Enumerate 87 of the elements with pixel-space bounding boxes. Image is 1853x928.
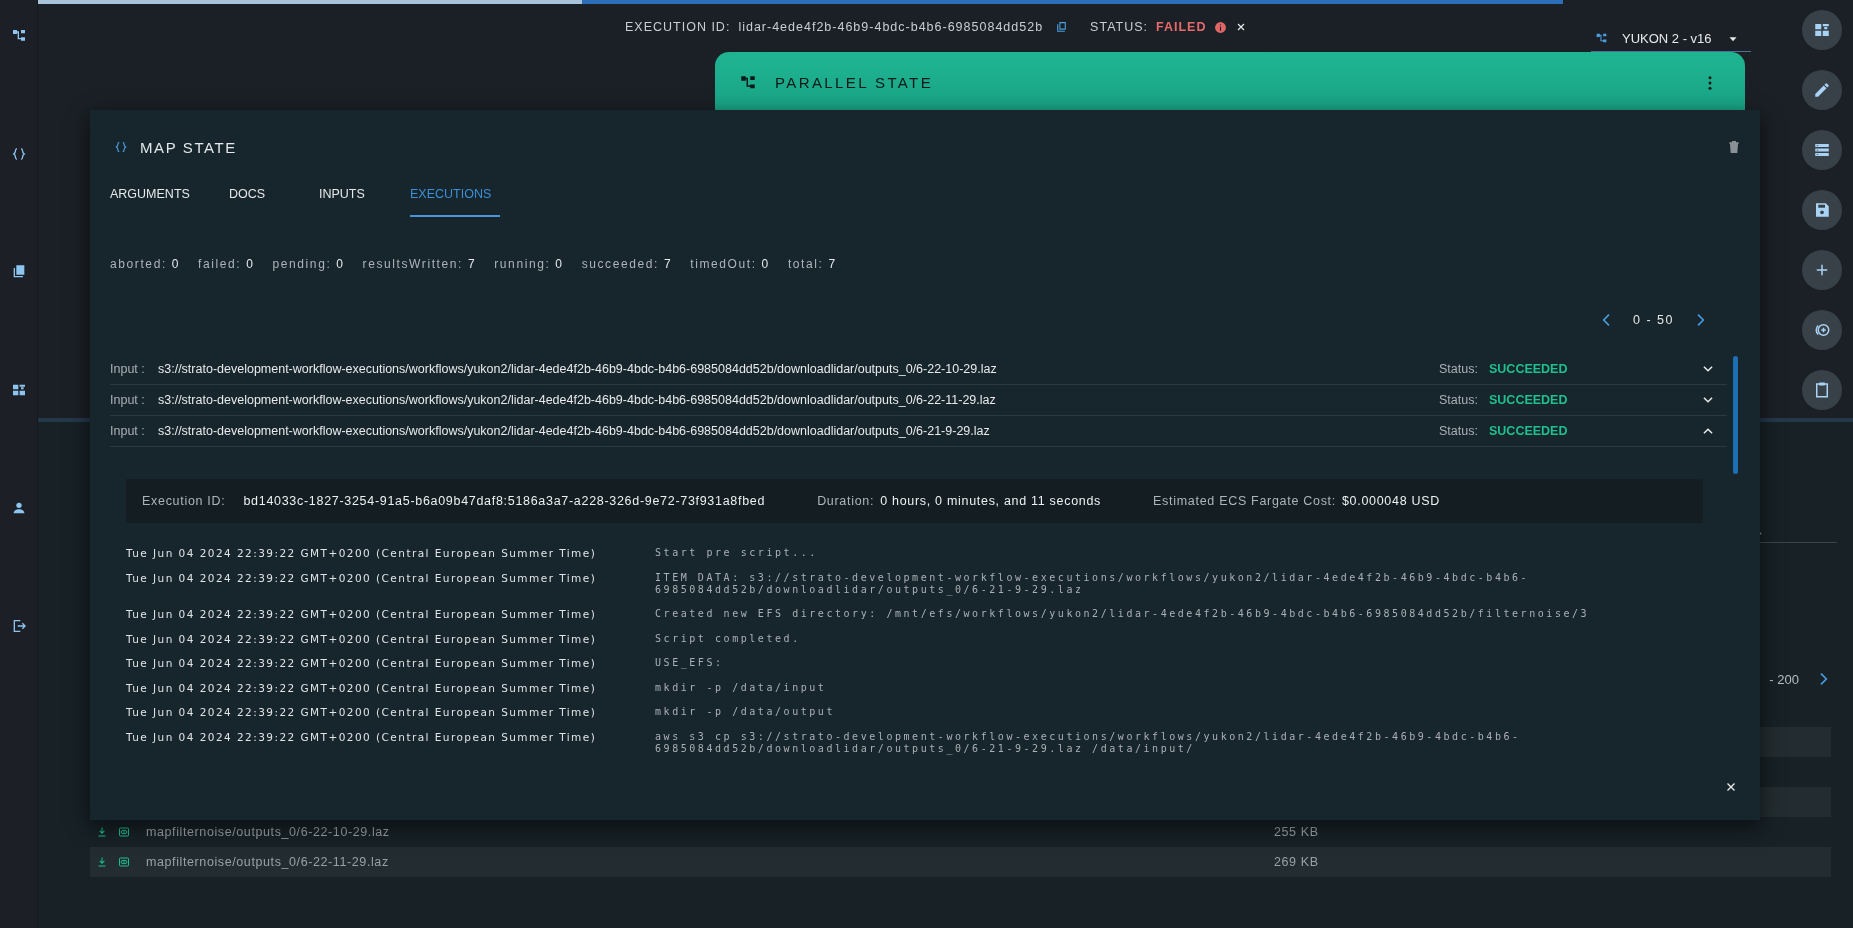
tab[interactable]: EXECUTIONS xyxy=(410,183,500,217)
log-timestamp: Tue Jun 04 2024 22:39:22 GMT+0200 (Central European Summer Time) xyxy=(126,571,598,586)
duration-label: Duration: xyxy=(817,494,875,508)
log-message: Script completed. xyxy=(655,632,802,646)
floating-button[interactable] xyxy=(1802,310,1842,350)
file-size: 255 KB xyxy=(1274,825,1319,839)
input-path: s3://strato-development-workflow-executions/workflows/yukon2/lidar-4ede4f2b-46b9-4bdc-b4b6-6985084dd52b/downloadlidar/outputs_0/6-21-9-29.laz xyxy=(158,424,991,438)
floating-button[interactable] xyxy=(1802,70,1842,110)
save-icon xyxy=(1813,201,1831,219)
input-path: s3://strato-development-workflow-executions/workflows/yukon2/lidar-4ede4f2b-46b9-4bdc-b4b6-6985084dd52b/downloadlidar/outputs_0/6-22-10-29.laz xyxy=(158,362,998,376)
log-timestamp: Tue Jun 04 2024 22:39:22 GMT+0200 (Central European Summer Time) xyxy=(126,706,598,719)
tab[interactable]: DOCS xyxy=(229,183,319,217)
log-message: Start pre script... xyxy=(655,547,819,560)
widgets-icon xyxy=(1813,21,1831,39)
file-size: 269 KB xyxy=(1274,855,1319,869)
download-icon[interactable] xyxy=(96,826,108,838)
workflow-icon[interactable] xyxy=(10,28,27,44)
status-text: SUCCEEDED xyxy=(1489,393,1569,407)
status-label: STATUS: xyxy=(1090,20,1149,34)
status-text: FAILED xyxy=(1156,20,1207,34)
execution-id-label: Execution ID: xyxy=(142,494,226,508)
scrollbar[interactable] xyxy=(1733,356,1738,474)
execution-row[interactable]: Input : s3://strato-development-workflow-executions/workflows/yukon2/lidar-4ede4f2b-46b9-4bdc-b4b6-6985084dd52b/downloadlidar/outputs_0/6-22-11-29.laz Status: SUCCEEDED xyxy=(110,385,1727,416)
braces-icon xyxy=(114,140,128,154)
count-text: succeeded: 7 xyxy=(581,257,673,271)
file-name: mapfilternoise/outputs_0/6-22-11-29.laz xyxy=(146,855,390,869)
clipboard-icon xyxy=(1813,381,1831,399)
log-message: Created new EFS directory: /mnt/efs/workflows/yukon2/lidar-4ede4f2b-46b9-4bdc-b4b6-6985084dd52b/filternoise/3 xyxy=(655,608,1591,621)
braces-icon[interactable] xyxy=(10,146,27,162)
edit-icon xyxy=(1813,81,1831,99)
widgets-icon[interactable] xyxy=(10,382,27,398)
log-message: aws s3 cp s3://strato-development-workflow-executions/workflows/yukon2/lidar-4ede4f2b-46b9-4bdc-b4b6-6985084dd52b/downloadlidar/outputs_0/6-21-9-29.laz /data/input/ xyxy=(655,730,1522,756)
log-message: mkdir -p /data/input xyxy=(655,681,828,695)
page-range: 0 - 50 xyxy=(1633,313,1674,327)
log-timestamp: Tue Jun 04 2024 22:39:22 GMT+0200 (Central European Summer Time) xyxy=(126,608,598,621)
input-label: Input : xyxy=(110,424,146,438)
input-label: Input : xyxy=(110,393,146,407)
status-label: Status: xyxy=(1439,393,1479,407)
execution-id: bd14033c-1827-3254-91a5-b6a09b47daf8:5186a3a7-a228-326d-9e72-73f931a8fbed xyxy=(243,494,766,508)
floating-button[interactable] xyxy=(1802,130,1842,170)
status-label: Status: xyxy=(1439,424,1479,438)
cost-label: Estimated ECS Fargate Cost: xyxy=(1153,494,1336,508)
log-timestamp: Tue Jun 04 2024 22:39:22 GMT+0200 (Central European Summer Time) xyxy=(126,730,598,745)
status-label: Status: xyxy=(1439,362,1479,376)
card-title: PARALLEL STATE xyxy=(775,74,935,92)
count-text: total: 7 xyxy=(787,257,837,271)
floating-button[interactable] xyxy=(1802,370,1842,410)
count-text: timedOut: 0 xyxy=(690,257,770,271)
preview-icon[interactable] xyxy=(118,856,130,868)
execution-id-label: EXECUTION ID: xyxy=(625,20,731,34)
status-text: SUCCEEDED xyxy=(1489,424,1569,438)
add-circle-icon xyxy=(1813,321,1831,339)
copy-icon[interactable] xyxy=(1055,20,1069,34)
page-range: - 200 xyxy=(1769,671,1799,687)
file-name: mapfilternoise/outputs_0/6-22-10-29.laz xyxy=(146,825,391,839)
workflow-icon xyxy=(1595,32,1608,45)
list-icon xyxy=(1813,141,1831,159)
info-icon[interactable] xyxy=(1214,20,1228,34)
download-icon[interactable] xyxy=(96,856,108,868)
tab[interactable]: INPUTS xyxy=(319,183,410,217)
log-timestamp: Tue Jun 04 2024 22:39:22 GMT+0200 (Central European Summer Time) xyxy=(126,681,598,695)
tab[interactable]: ARGUMENTS xyxy=(110,183,229,217)
count-text: pending: 0 xyxy=(272,257,345,271)
input-label: Input : xyxy=(110,362,146,376)
duration: 0 hours, 0 minutes, and 11 seconds xyxy=(880,494,1102,508)
count-text: resultsWritten: 7 xyxy=(362,257,477,271)
execution-row[interactable]: Input : s3://strato-development-workflow-executions/workflows/yukon2/lidar-4ede4f2b-46b9-4bdc-b4b6-6985084dd52b/downloadlidar/outputs_0/6-21-9-29.laz Status: SUCCEEDED xyxy=(110,416,1727,447)
log-timestamp: Tue Jun 04 2024 22:39:22 GMT+0200 (Central European Summer Time) xyxy=(126,547,598,560)
count-text: aborted: 0 xyxy=(110,257,181,271)
log-message: USE_EFS: xyxy=(655,657,725,670)
floating-button[interactable] xyxy=(1802,10,1842,50)
dialog-title: MAP STATE xyxy=(140,138,238,156)
count-text: failed: 0 xyxy=(198,257,255,271)
log-timestamp: Tue Jun 04 2024 22:39:22 GMT+0200 (Central European Summer Time) xyxy=(126,632,598,646)
status-text: SUCCEEDED xyxy=(1489,362,1569,376)
preview-icon[interactable] xyxy=(118,826,130,838)
input-path: s3://strato-development-workflow-executions/workflows/yukon2/lidar-4ede4f2b-46b9-4bdc-b4b6-6985084dd52b/downloadlidar/outputs_0/6-22-11-29.laz xyxy=(158,393,997,407)
log-message: ITEM DATA: s3://strato-development-workflow-executions/workflows/yukon2/lidar-4ede4f2b-46b9-4bdc-b4b6-6985084dd52b/downloadlidar/outputs_0/6-21-9-29.laz xyxy=(655,571,1531,597)
floating-button[interactable] xyxy=(1802,250,1842,290)
log-timestamp: Tue Jun 04 2024 22:39:22 GMT+0200 (Central European Summer Time) xyxy=(126,657,598,670)
cost: $0.000048 USD xyxy=(1341,494,1440,508)
execution-row[interactable]: Input : s3://strato-development-workflow-executions/workflows/yukon2/lidar-4ede4f2b-46b9-4bdc-b4b6-6985084dd52b/downloadlidar/outputs_0/6-22-10-29.laz Status: SUCCEEDED xyxy=(110,354,1727,385)
log-message: mkdir -p /data/output xyxy=(655,706,836,719)
execution-id: lidar-4ede4f2b-46b9-4bdc-b4b6-6985084dd52b xyxy=(738,20,1044,34)
delete-icon[interactable] xyxy=(1726,139,1742,155)
count-text: running: 0 xyxy=(494,257,564,271)
floating-button[interactable] xyxy=(1802,190,1842,230)
